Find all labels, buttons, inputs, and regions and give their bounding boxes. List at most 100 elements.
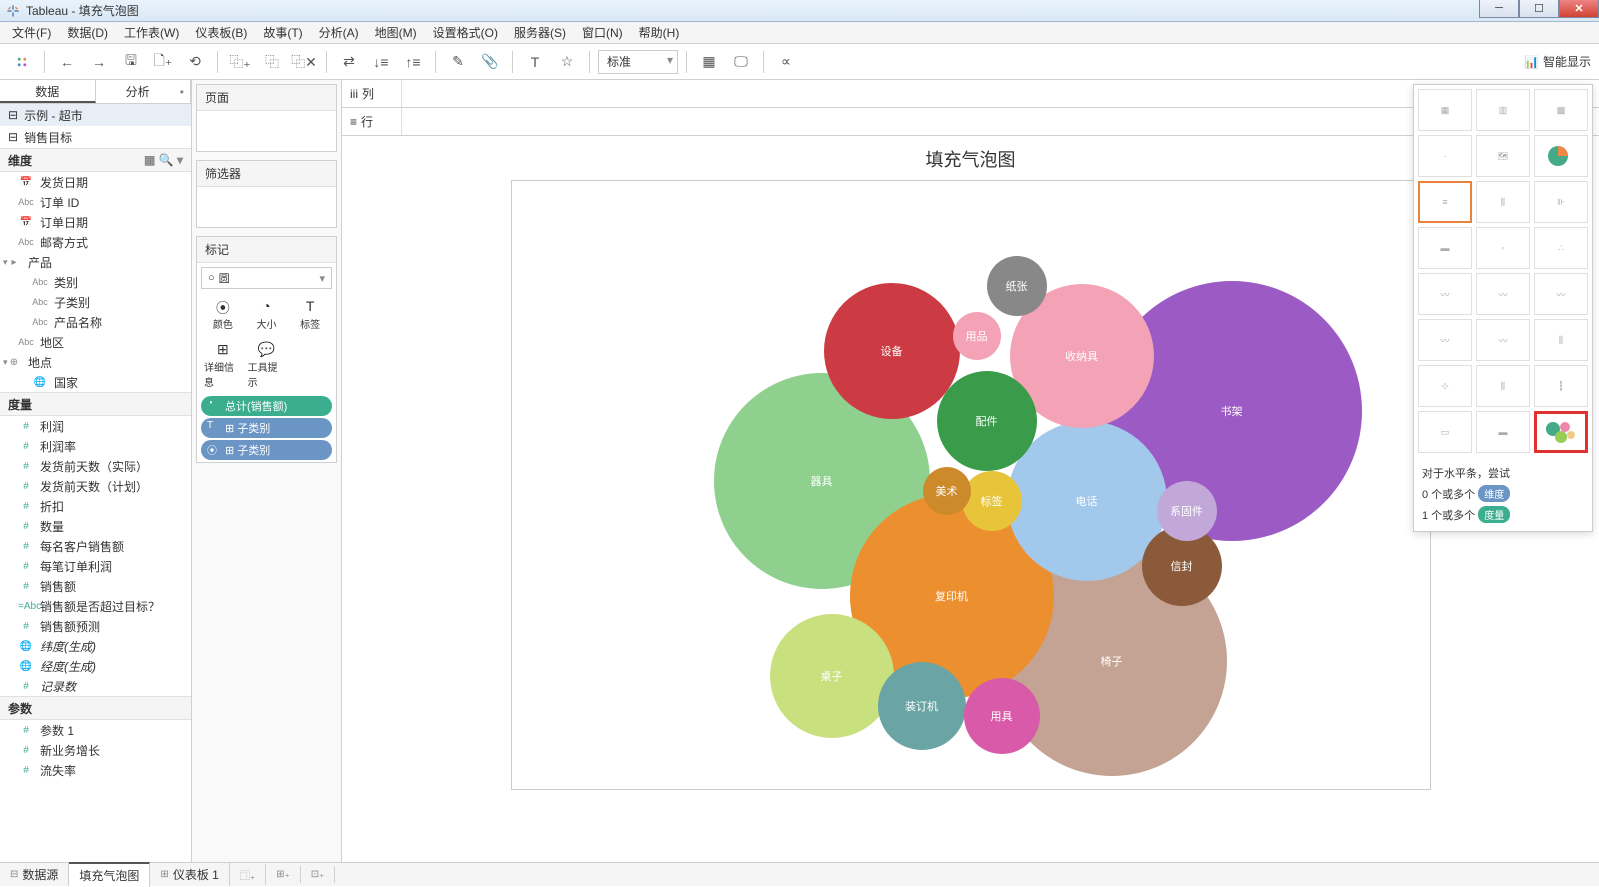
new-dashboard-button[interactable]: ⊞₊ xyxy=(266,866,301,883)
maximize-button[interactable]: ☐ xyxy=(1519,0,1559,18)
showme-chart-type[interactable]: · xyxy=(1418,135,1472,177)
showme-chart-type[interactable]: ▬ xyxy=(1476,411,1530,453)
close-button[interactable]: ✕ xyxy=(1559,0,1599,18)
measure-field[interactable]: #记录数 xyxy=(0,676,191,696)
clear-button[interactable]: ⿻✕ xyxy=(290,49,318,75)
save-button[interactable]: 🖫 xyxy=(117,49,145,75)
menu-item[interactable]: 帮助(H) xyxy=(631,22,688,43)
menu-item[interactable]: 窗口(N) xyxy=(574,22,631,43)
dimension-field[interactable]: 🌐国家 xyxy=(0,372,191,392)
parameter-field[interactable]: #流失率 xyxy=(0,760,191,780)
bubble-mark[interactable]: 系固件 xyxy=(1157,481,1217,541)
marks-size-button[interactable]: ◔大小 xyxy=(245,293,289,336)
viz-area[interactable]: 书架椅子器具复印机电话收纳具设备桌子配件装订机信封用具标签系固件纸张美术用品 xyxy=(511,180,1431,790)
showme-chart-type[interactable]: ┇ xyxy=(1534,365,1588,407)
showme-chart-type[interactable]: ∴ xyxy=(1534,227,1588,269)
fit-dropdown[interactable]: 标准 xyxy=(598,50,678,74)
showme-chart-type[interactable]: 〰 xyxy=(1418,273,1472,315)
bubble-mark[interactable]: 美术 xyxy=(923,467,971,515)
dimension-field[interactable]: Abc订单 ID xyxy=(0,192,191,212)
showme-chart-type[interactable]: ▬ xyxy=(1418,227,1472,269)
sheet-tab[interactable]: 填充气泡图 xyxy=(69,862,150,887)
bubble-mark[interactable]: 纸张 xyxy=(987,256,1047,316)
showme-chart-type[interactable] xyxy=(1534,135,1588,177)
highlight-button[interactable]: ✎ xyxy=(444,49,472,75)
showme-chart-type[interactable]: ◦ xyxy=(1476,227,1530,269)
dimension-field[interactable]: 📅订单日期 xyxy=(0,212,191,232)
measure-field[interactable]: #折扣 xyxy=(0,496,191,516)
showme-chart-type[interactable]: 〰 xyxy=(1476,273,1530,315)
new-sheet-button[interactable]: ⿻₊ xyxy=(226,49,254,75)
dashboard-tab[interactable]: ⊞仪表板 1 xyxy=(150,863,229,886)
measure-field[interactable]: #利润率 xyxy=(0,436,191,456)
viz-title[interactable]: 填充气泡图 xyxy=(348,146,1593,172)
new-story-button[interactable]: ⊡₊ xyxy=(301,866,336,883)
measure-field[interactable]: #销售额预测 xyxy=(0,616,191,636)
measure-field[interactable]: #发货前天数（实际） xyxy=(0,456,191,476)
dimension-field[interactable]: 📅发货日期 xyxy=(0,172,191,192)
dimension-field[interactable]: Abc地区 xyxy=(0,332,191,352)
bubble-mark[interactable]: 设备 xyxy=(824,283,960,419)
datasource-tab[interactable]: ⊟数据源 xyxy=(0,863,69,886)
share-button[interactable]: ∝ xyxy=(772,49,800,75)
bubble-mark[interactable]: 标签 xyxy=(962,471,1022,531)
dimension-field[interactable]: Abc子类别 xyxy=(0,292,191,312)
dimension-field[interactable]: ▾▸产品 xyxy=(0,252,191,272)
bubble-mark[interactable]: 桌子 xyxy=(770,614,894,738)
dimension-field[interactable]: ▾⊕地点 xyxy=(0,352,191,372)
parameter-field[interactable]: #新业务增长 xyxy=(0,740,191,760)
showme-chart-type[interactable]: ⊹ xyxy=(1418,365,1472,407)
showme-chart-type[interactable]: ⊪ xyxy=(1534,181,1588,223)
tab-analysis[interactable]: 分析• xyxy=(96,80,192,103)
marks-pill[interactable]: ◔总计(销售额) xyxy=(201,396,332,416)
bubble-mark[interactable]: 用具 xyxy=(964,678,1040,754)
bubble-mark[interactable]: 配件 xyxy=(937,371,1037,471)
marks-color-button[interactable]: ⦿颜色 xyxy=(201,293,245,336)
marks-pill[interactable]: ⦿⊞ 子类别 xyxy=(201,440,332,460)
menu-item[interactable]: 设置格式(O) xyxy=(425,22,506,43)
measure-field[interactable]: #每笔订单利润 xyxy=(0,556,191,576)
duplicate-button[interactable]: ⿻ xyxy=(258,49,286,75)
measure-field[interactable]: 🌐纬度(生成) xyxy=(0,636,191,656)
measure-field[interactable]: #销售额 xyxy=(0,576,191,596)
pages-card[interactable]: 页面 xyxy=(196,84,337,152)
showme-chart-type[interactable]: ≡ xyxy=(1418,181,1472,223)
menu-item[interactable]: 文件(F) xyxy=(4,22,59,43)
parameter-field[interactable]: #参数 1 xyxy=(0,720,191,740)
pin-button[interactable]: ☆ xyxy=(553,49,581,75)
tableau-icon[interactable] xyxy=(8,49,36,75)
marks-detail-button[interactable]: ⊞详细信息 xyxy=(201,336,245,394)
showme-chart-type[interactable]: ⫼ xyxy=(1476,181,1530,223)
datasource-item[interactable]: ⊟示例 - 超市 xyxy=(0,104,191,126)
mark-type-dropdown[interactable]: ○ 圆 xyxy=(201,267,332,289)
menu-item[interactable]: 工作表(W) xyxy=(116,22,187,43)
menu-item[interactable]: 服务器(S) xyxy=(506,22,574,43)
menu-item[interactable]: 仪表板(B) xyxy=(187,22,255,43)
measure-field[interactable]: =Abc销售额是否超过目标？ xyxy=(0,596,191,616)
refresh-button[interactable]: ⟲ xyxy=(181,49,209,75)
bubble-mark[interactable]: 用品 xyxy=(953,312,1001,360)
measure-field[interactable]: #数量 xyxy=(0,516,191,536)
dimension-field[interactable]: Abc邮寄方式 xyxy=(0,232,191,252)
sort-asc-button[interactable]: ↓≡ xyxy=(367,49,395,75)
filters-card[interactable]: 筛选器 xyxy=(196,160,337,228)
dimension-field[interactable]: Abc类别 xyxy=(0,272,191,292)
minimize-button[interactable]: ─ xyxy=(1479,0,1519,18)
showme-chart-type[interactable]: 〰 xyxy=(1534,273,1588,315)
forward-button[interactable]: → xyxy=(85,49,113,75)
datasource-item[interactable]: ⊟销售目标 xyxy=(0,126,191,148)
new-datasource-button[interactable]: 🗋₊ xyxy=(149,49,177,75)
menu-item[interactable]: 分析(A) xyxy=(311,22,367,43)
dimension-field[interactable]: Abc产品名称 xyxy=(0,312,191,332)
showme-chart-type[interactable]: ⫼ xyxy=(1534,319,1588,361)
showme-chart-type[interactable]: ▥ xyxy=(1476,89,1530,131)
showme-chart-type[interactable]: 〰 xyxy=(1418,319,1472,361)
showme-chart-type[interactable]: ▭ xyxy=(1418,411,1472,453)
rows-shelf[interactable]: ≡行 xyxy=(342,108,1599,136)
marks-tooltip-button[interactable]: 💬工具提示 xyxy=(245,336,289,394)
group-button[interactable]: 📎 xyxy=(476,49,504,75)
sort-desc-button[interactable]: ↑≡ xyxy=(399,49,427,75)
bubble-mark[interactable]: 装订机 xyxy=(878,662,966,750)
showme-chart-type[interactable]: ▦ xyxy=(1418,89,1472,131)
showme-chart-type[interactable] xyxy=(1534,411,1588,453)
